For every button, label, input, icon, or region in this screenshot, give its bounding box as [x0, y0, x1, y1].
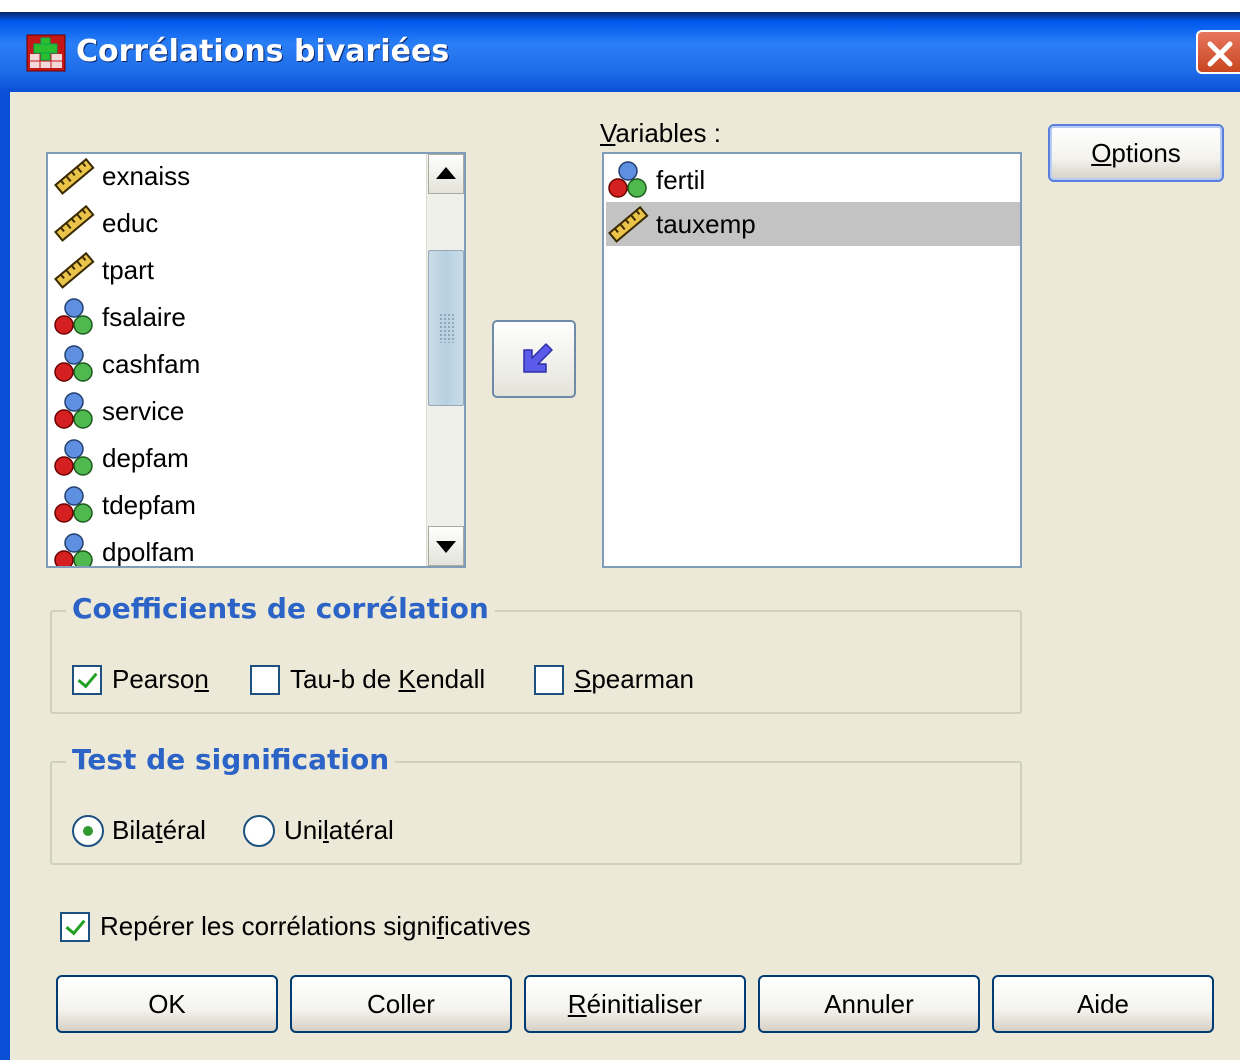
- grip-icon: [439, 313, 455, 343]
- significance-test-group: [50, 761, 1022, 865]
- list-item[interactable]: service: [52, 389, 184, 433]
- unilateral-label[interactable]: Unilatéral: [284, 815, 394, 846]
- ruler-icon: [54, 251, 95, 289]
- list-item[interactable]: dpolfam: [52, 530, 195, 567]
- list-item[interactable]: exnaiss: [52, 154, 190, 198]
- list-item-label: educ: [102, 207, 159, 238]
- spearman-checkbox[interactable]: [534, 665, 564, 695]
- scroll-down-button[interactable]: [428, 526, 464, 566]
- top-strip: [0, 0, 1240, 12]
- nominal-balls-icon: [54, 533, 93, 566]
- window-title: Corrélations bivariées: [76, 34, 450, 69]
- title-bar[interactable]: Corrélations bivariées: [0, 12, 1240, 92]
- flag-significant-checkbox[interactable]: [60, 912, 90, 942]
- nominal-balls-icon: [54, 392, 93, 429]
- move-arrow-icon: [523, 343, 553, 373]
- help-button[interactable]: Aide: [992, 975, 1214, 1033]
- kendall-label[interactable]: Tau-b de Kendall: [290, 664, 485, 695]
- ruler-icon: [608, 205, 649, 243]
- kendall-checkbox[interactable]: [250, 665, 280, 695]
- pearson-checkbox[interactable]: [72, 665, 102, 695]
- list-item-label: dpolfam: [102, 536, 195, 567]
- list-item[interactable]: fertil: [606, 158, 1020, 202]
- list-item[interactable]: cashfam: [52, 342, 200, 386]
- spss-app-icon: [26, 34, 66, 72]
- nominal-balls-icon: [54, 345, 93, 382]
- close-button[interactable]: [1196, 30, 1240, 74]
- significance-test-legend: Test de signification: [66, 743, 396, 776]
- close-icon: [1207, 41, 1233, 67]
- options-button[interactable]: Options: [1048, 124, 1224, 182]
- correlation-coefficients-group: [50, 610, 1022, 714]
- correlation-coefficients-legend: Coefficients de corrélation: [66, 592, 495, 625]
- scroll-thumb[interactable]: [428, 250, 464, 406]
- window-frame-right: [1233, 92, 1240, 1060]
- nominal-balls-icon: [54, 298, 93, 335]
- list-item-label: cashfam: [102, 348, 201, 379]
- nominal-balls-icon: [54, 486, 93, 523]
- spearman-label[interactable]: Spearman: [574, 664, 694, 695]
- flag-significant-label[interactable]: Repérer les corrélations significatives: [100, 911, 531, 942]
- list-item-label: tpart: [102, 254, 155, 285]
- list-item-label: tauxemp: [656, 208, 756, 239]
- list-item-label: fsalaire: [102, 301, 186, 332]
- ruler-icon: [54, 157, 95, 195]
- list-item[interactable]: tpart: [52, 248, 154, 292]
- list-item-label: depfam: [102, 442, 189, 473]
- list-item[interactable]: depfam: [52, 436, 189, 480]
- unilateral-radio[interactable]: [243, 815, 275, 847]
- source-variable-list[interactable]: exnaiss educ tpart fsalaire cashfam serv…: [46, 152, 466, 568]
- list-item-label: tdepfam: [102, 489, 196, 520]
- list-item-label: fertil: [656, 164, 706, 195]
- list-item-label: exnaiss: [102, 160, 191, 191]
- variables-label: Variables :: [600, 118, 721, 148]
- scroll-up-button[interactable]: [428, 154, 464, 194]
- arrow-up-icon: [436, 167, 456, 179]
- target-variables-list[interactable]: fertil tauxemp: [602, 152, 1022, 568]
- vertical-scrollbar[interactable]: [426, 154, 464, 566]
- ok-button[interactable]: OK: [56, 975, 278, 1033]
- window-frame-left: [0, 92, 10, 1060]
- pearson-label[interactable]: Pearson: [112, 664, 209, 695]
- list-item-selected[interactable]: tauxemp: [606, 202, 1020, 246]
- list-item[interactable]: educ: [52, 201, 158, 245]
- nominal-balls-icon: [608, 161, 647, 198]
- paste-button[interactable]: Coller: [290, 975, 512, 1033]
- ruler-icon: [54, 204, 95, 242]
- list-item[interactable]: fsalaire: [52, 295, 186, 339]
- cancel-button[interactable]: Annuler: [758, 975, 980, 1033]
- nominal-balls-icon: [54, 439, 93, 476]
- bilateral-label[interactable]: Bilatéral: [112, 815, 206, 846]
- list-item-label: service: [102, 395, 185, 426]
- bilateral-radio[interactable]: [72, 815, 104, 847]
- reset-button[interactable]: Réinitialiser: [524, 975, 746, 1033]
- list-item[interactable]: tdepfam: [52, 483, 196, 527]
- move-variable-button[interactable]: [492, 320, 576, 398]
- arrow-down-icon: [436, 541, 456, 553]
